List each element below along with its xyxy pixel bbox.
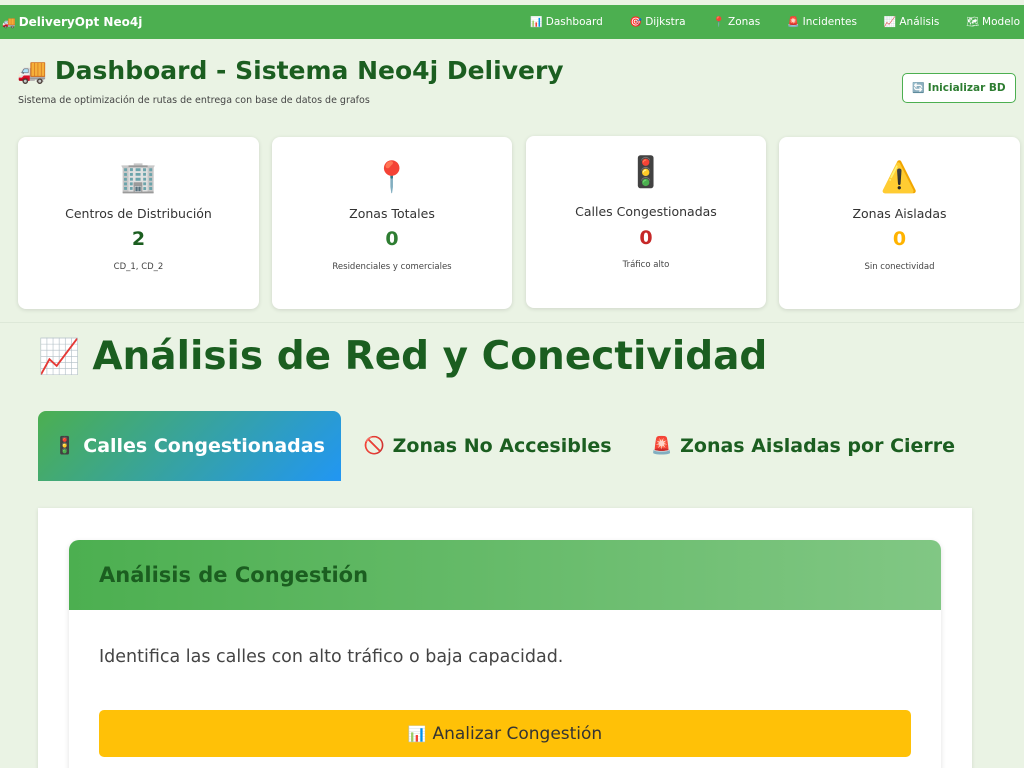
nav-item-label: Análisis [899, 16, 940, 28]
stat-value: 0 [385, 228, 399, 250]
nav-item-label: Dashboard [545, 16, 603, 28]
stat-label: Zonas Totales [349, 206, 435, 221]
warning-icon: ⚠️ [880, 160, 919, 195]
tab-calles-congestionadas[interactable]: 🚦 Calles Congestionadas [38, 411, 341, 481]
nav-item-label: Incidentes [802, 16, 857, 28]
stat-value: 0 [639, 227, 653, 249]
congestion-card-title: Análisis de Congestión [99, 563, 369, 587]
stat-card-aisladas: ⚠️ Zonas Aisladas 0 Sin conectividad [779, 137, 1020, 309]
bar-chart-icon: 📊 [407, 724, 427, 743]
congestion-card-header: Análisis de Congestión [69, 540, 941, 610]
stat-desc: Tráfico alto [622, 260, 670, 270]
init-db-label: Inicializar BD [927, 82, 1006, 94]
stat-value: 2 [131, 228, 146, 250]
brand[interactable]: 🚚 DeliveryOpt Neo4j [2, 15, 142, 29]
stat-label: Zonas Aisladas [852, 206, 947, 221]
stat-card-zonas: 📍 Zonas Totales 0 Residenciales y comerc… [272, 137, 512, 309]
prohibited-icon: 🚫 [363, 436, 385, 456]
tab-label: Calles Congestionadas [83, 435, 325, 457]
map-icon: 🗺 [966, 16, 980, 28]
stat-label: Calles Congestionadas [575, 204, 717, 219]
stat-card-calles: 🚦 Calles Congestionadas 0 Tráfico alto [526, 136, 766, 308]
stat-desc: Residenciales y comerciales [332, 262, 452, 272]
traffic-light-icon: 🚦 [627, 155, 665, 190]
nav-item-label: Modelo [982, 16, 1020, 28]
traffic-light-icon: 🚦 [54, 436, 76, 456]
stat-label: Centros de Distribución [65, 206, 212, 221]
nav-item-label: Zonas [728, 16, 761, 28]
pin-icon: 📍 [712, 16, 725, 28]
chart-icon: 📈 [38, 336, 81, 377]
tab-zonas-aisladas-cierre[interactable]: 🚨 Zonas Aisladas por Cierre [634, 411, 972, 481]
top-navbar: 🚚 DeliveryOpt Neo4j 📊 Dashboard 🎯 Dijkstra… [0, 5, 1024, 39]
delivery-truck-icon: 🚚 [17, 56, 47, 85]
nav-item-dijkstra[interactable]: 🎯 Dijkstra [630, 16, 686, 28]
nav-menu: 📊 Dashboard 🎯 Dijkstra 📍 Zonas 🚨 Incidentes … [503, 5, 1020, 39]
page-title: Dashboard - Sistema Neo4j Delivery [54, 56, 564, 85]
page-subtitle: Sistema de optimización de rutas de entr… [18, 95, 370, 106]
stat-card-centros: 🏢 Centros de Distribución 2 CD_1, CD_2 [18, 137, 259, 309]
nav-item-analisis[interactable]: 📈 Análisis [884, 16, 939, 28]
nav-item-incidentes[interactable]: 🚨 Incidentes [787, 16, 857, 28]
stat-desc: CD_1, CD_2 [113, 262, 164, 272]
tab-panel: Análisis de Congestión Identifica las ca… [38, 508, 972, 768]
alert-icon: 🚨 [787, 16, 800, 28]
tab-label: Zonas Aisladas por Cierre [680, 435, 956, 457]
stat-value: 0 [892, 228, 907, 250]
stat-desc: Sin conectividad [864, 262, 935, 272]
alert-icon: 🚨 [650, 436, 673, 456]
nav-item-dashboard[interactable]: 📊 Dashboard [530, 16, 602, 28]
refresh-icon: 🔄 [912, 82, 925, 94]
section-divider [0, 322, 1024, 323]
nav-item-label: Dijkstra [645, 16, 686, 28]
dashboard-icon: 📊 [530, 16, 543, 28]
congestion-card-description: Identifica las calles con alto tráfico o… [99, 647, 564, 667]
init-db-button[interactable]: 🔄 Inicializar BD [902, 73, 1016, 103]
chart-icon: 📈 [883, 16, 897, 28]
congestion-card: Análisis de Congestión Identifica las ca… [69, 540, 941, 768]
nav-item-zonas[interactable]: 📍 Zonas [713, 16, 761, 28]
building-icon: 🏢 [119, 160, 158, 195]
nav-item-modelo[interactable]: 🗺 Modelo [966, 16, 1020, 28]
target-icon: 🎯 [629, 16, 643, 28]
delivery-truck-icon: 🚚 [2, 15, 16, 29]
section-title-wrap: 📈 Análisis de Red y Conectividad [38, 334, 767, 379]
tab-label: Zonas No Accesibles [392, 435, 612, 457]
pin-icon: 📍 [373, 160, 411, 195]
page-title-wrap: 🚚 Dashboard - Sistema Neo4j Delivery [17, 56, 564, 85]
brand-label: DeliveryOpt Neo4j [18, 15, 143, 29]
analyze-congestion-label: Analizar Congestión [432, 723, 603, 744]
analyze-congestion-button[interactable]: 📊 Analizar Congestión [99, 710, 911, 757]
tab-zonas-no-accesibles[interactable]: 🚫 Zonas No Accesibles [341, 411, 634, 481]
section-title: Análisis de Red y Conectividad [92, 334, 768, 379]
